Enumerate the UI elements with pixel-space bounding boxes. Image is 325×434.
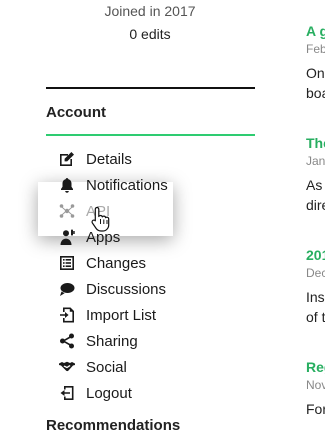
menu-item-api[interactable]: API [56,198,168,224]
menu-item-notifications[interactable]: Notifications [56,172,168,198]
menu-item-label: Notifications [86,176,168,194]
section-underline [46,134,255,136]
menu-item-label: Sharing [86,332,138,350]
feed-item-title[interactable]: The [306,134,325,152]
menu-item-import-list[interactable]: Import List [56,302,168,328]
divider [46,87,255,89]
menu-item-label: Discussions [86,280,167,298]
feed-item-date: Jan [306,154,325,168]
menu-item-details[interactable]: Details [56,146,168,172]
hand-cursor-icon [91,206,110,232]
feed-item-line: boa [306,85,325,101]
list-icon [56,252,78,274]
feed-item-date: Feb [306,42,325,56]
feed-item-line: For [306,401,325,417]
section-title-account: Account [46,104,106,121]
speech-bubble-icon [56,278,78,300]
menu-item-label: Logout [86,384,132,402]
menu-item-changes[interactable]: Changes [56,250,168,276]
menu-item-social[interactable]: Social [56,354,168,380]
feed-item-title[interactable]: A g [306,22,325,40]
apps-icon [56,226,78,248]
account-menu: Details Notifications API Apps Changes [56,146,168,406]
edit-icon [56,148,78,170]
edit-count: 0 edits [129,26,171,42]
menu-item-label: Details [86,150,132,168]
feed-item: Reg Nov For [306,358,325,419]
feed-item-body: For [306,399,325,419]
menu-item-label: Changes [86,254,147,272]
logout-icon [56,382,78,404]
menu-item-label: Import List [86,306,157,324]
api-icon [56,200,78,222]
feed-item-title[interactable]: 201 [306,246,325,264]
feed-item: 201 Dec Ins of t [306,246,325,327]
menu-item-label: Social [86,358,127,376]
feed-item-body: On boa [306,63,325,103]
feed-item-line: dire [306,197,325,213]
menu-item-logout[interactable]: Logout [56,380,168,406]
section-title-recommendations: Recommendations [46,417,181,434]
feed-item-line: Ins [306,289,325,305]
feed-item-line: On [306,65,325,81]
handshake-icon [56,356,78,378]
feed-item-line: As [306,177,323,193]
feed-item-date: Dec [306,266,325,280]
menu-item-apps[interactable]: Apps [56,224,168,250]
feed-item: A g Feb On boa [306,22,325,103]
bell-icon [56,174,78,196]
account-sidebar: Joined in 2017 0 edits Account Details N… [0,0,300,434]
joined-date: Joined in 2017 [104,3,196,19]
feed-item-line: of t [306,309,325,325]
feed-item-body: Ins of t [306,287,325,327]
menu-item-discussions[interactable]: Discussions [56,276,168,302]
feed-item: The Jan As dire [306,134,325,215]
feed-item-date: Nov [306,378,325,392]
share-icon [56,330,78,352]
feed-item-body: As dire [306,175,325,215]
feed-item-title[interactable]: Reg [306,358,325,376]
menu-item-sharing[interactable]: Sharing [56,328,168,354]
import-icon [56,304,78,326]
